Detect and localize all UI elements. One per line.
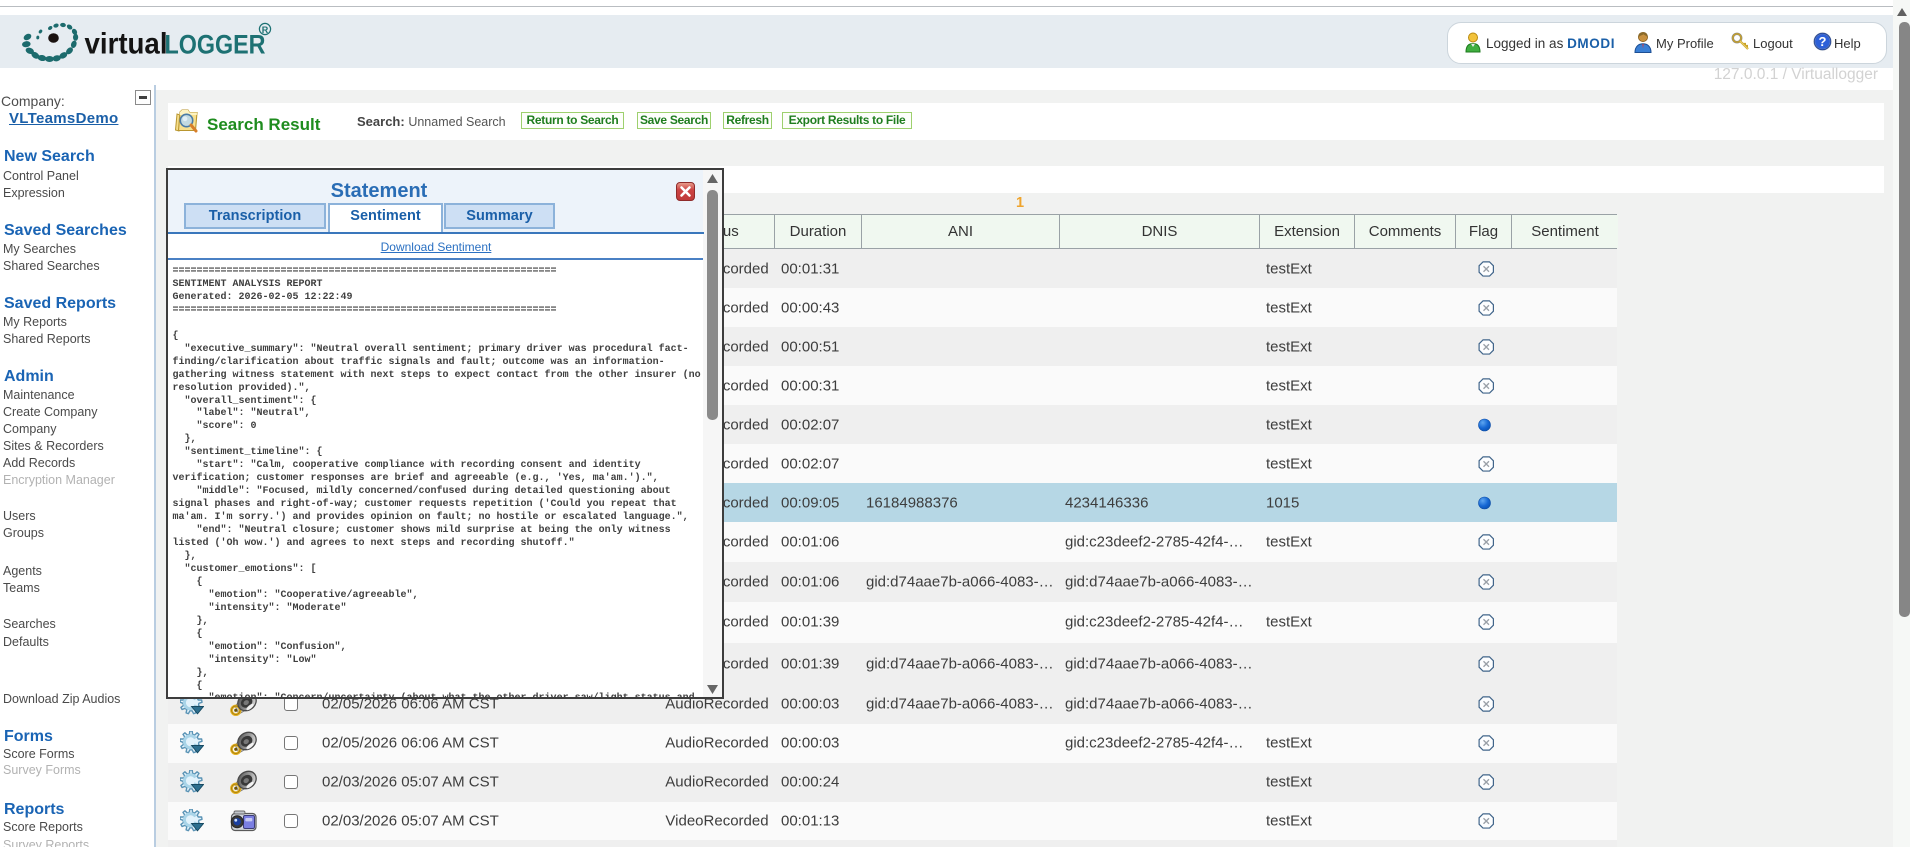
svg-text:virtual: virtual [85,28,168,61]
svg-text:LOGGER: LOGGER [165,30,266,60]
svg-text:R: R [262,25,269,35]
svg-text:?: ? [1819,34,1827,49]
